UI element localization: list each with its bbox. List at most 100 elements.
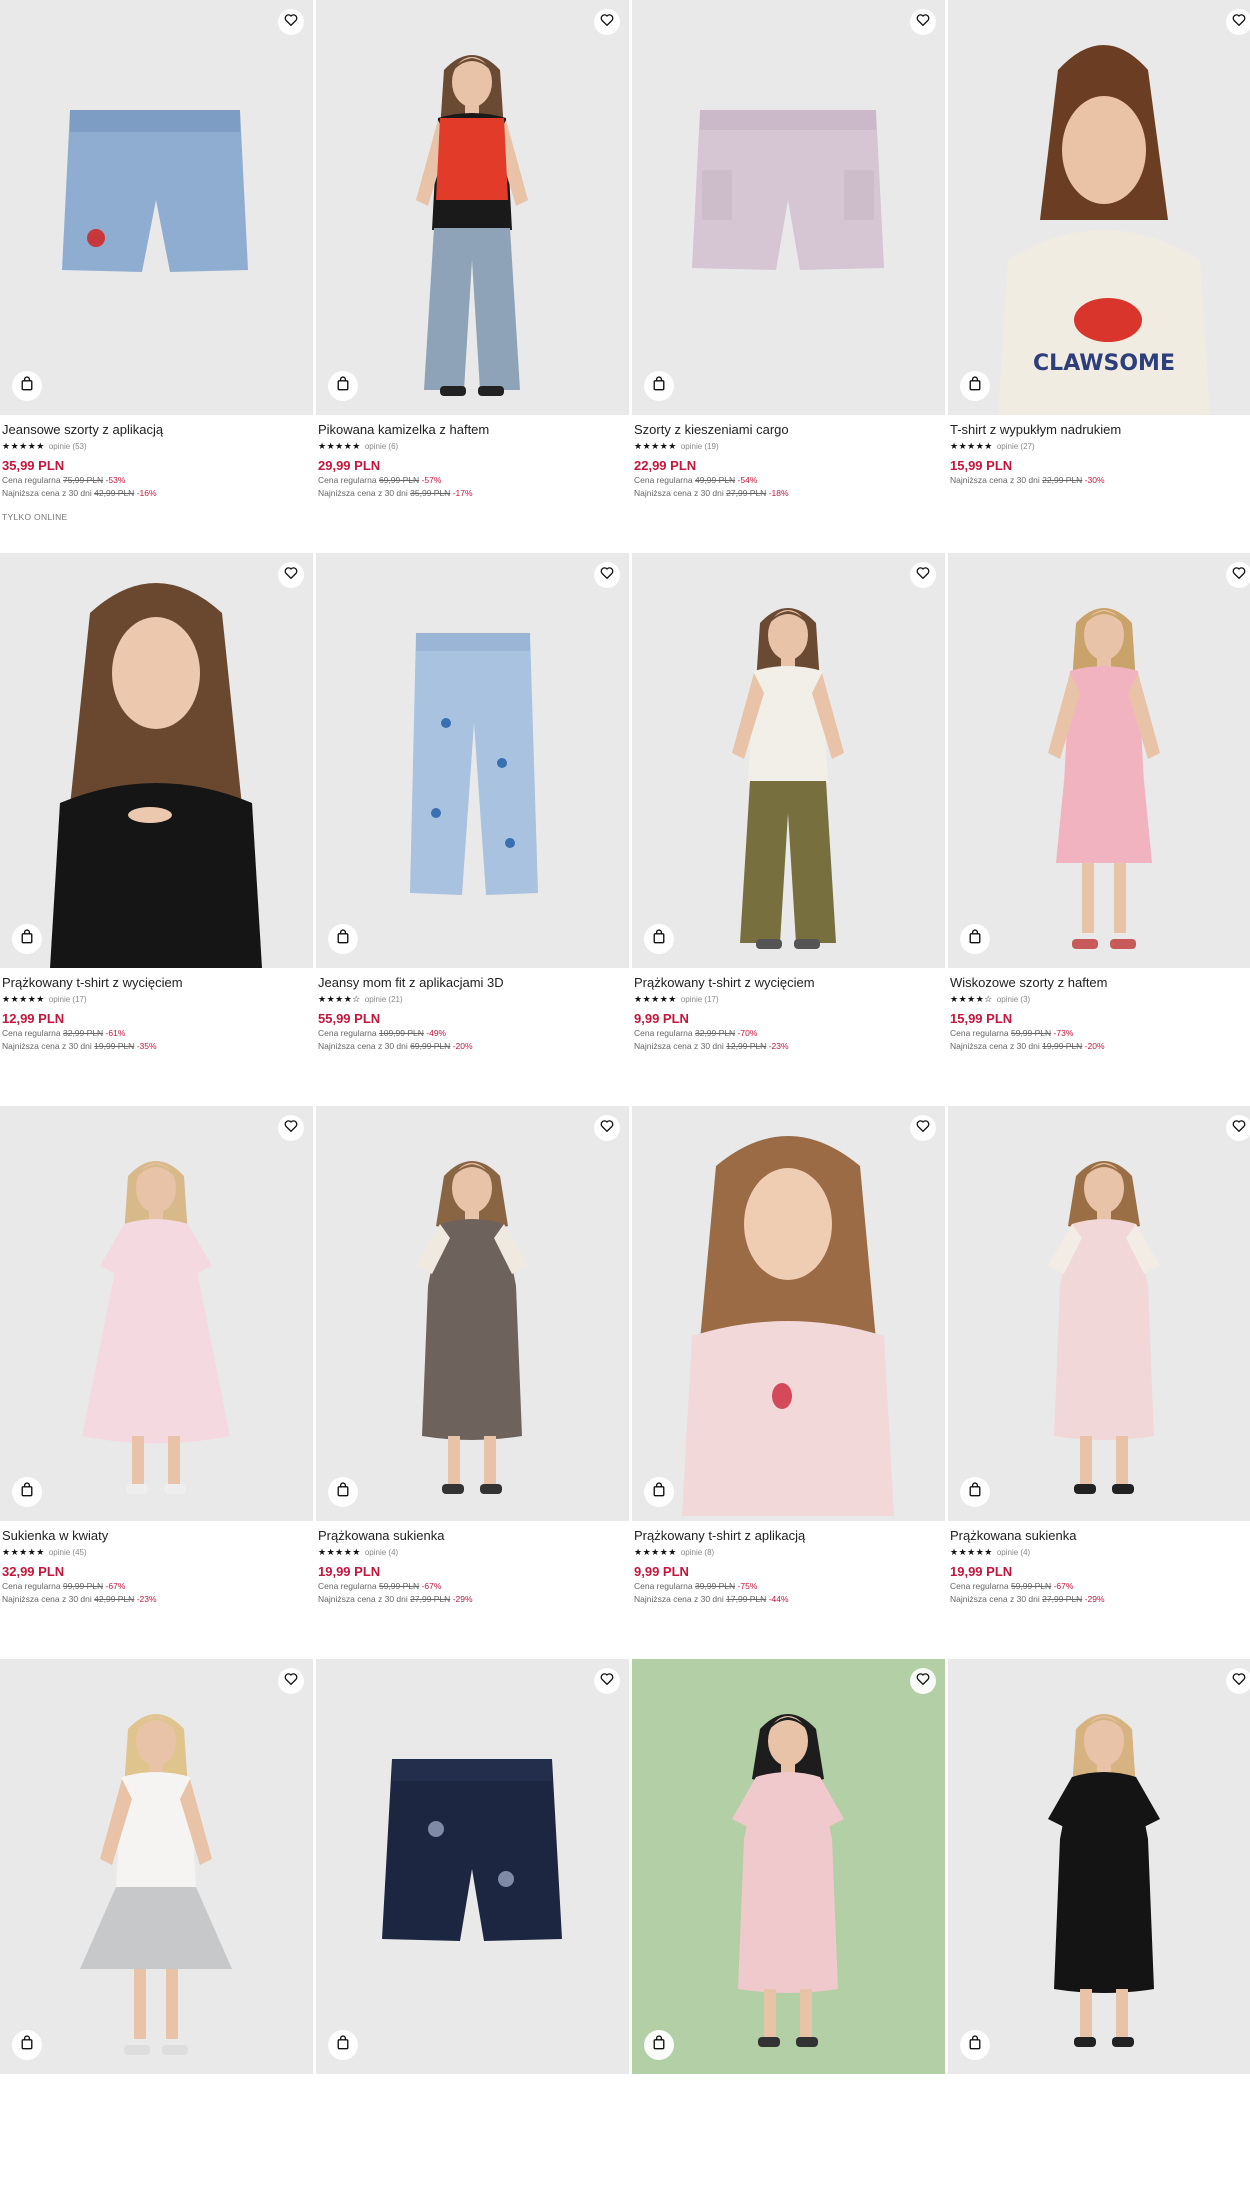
add-to-wishlist-button[interactable] [1226, 562, 1250, 588]
add-to-wishlist-button[interactable] [1226, 1668, 1250, 1694]
product-image[interactable] [948, 553, 1250, 968]
product-info: Prążkowany t-shirt z wycięciem ★★★★★ opi… [0, 968, 313, 1053]
product-card[interactable] [632, 1659, 945, 2212]
review-count[interactable]: opinie (27) [997, 442, 1035, 451]
add-to-cart-button[interactable] [12, 371, 42, 401]
add-to-wishlist-button[interactable] [910, 9, 936, 35]
product-name[interactable]: Prążkowany t-shirt z wycięciem [634, 975, 943, 991]
product-card[interactable]: CLAWSOME T-shirt z wypukłym nadrukiem ★★★… [948, 0, 1250, 553]
product-card[interactable]: Szorty z kieszeniami cargo ★★★★★ opinie … [632, 0, 945, 553]
regular-price-label: Cena regularna [634, 1581, 693, 1591]
add-to-wishlist-button[interactable] [594, 9, 620, 35]
rating-stars: ★★★★★ [318, 441, 361, 451]
product-image[interactable] [316, 1659, 629, 2074]
product-name[interactable]: Pikowana kamizelka z haftem [318, 422, 627, 438]
lowest-price-label: Najniższa cena z 30 dni [634, 1594, 724, 1604]
product-card[interactable] [316, 1659, 629, 2212]
regular-price-label: Cena regularna [2, 1028, 61, 1038]
add-to-cart-button[interactable] [12, 2030, 42, 2060]
product-image[interactable] [632, 1659, 945, 2074]
product-image[interactable] [632, 1106, 945, 1521]
review-count[interactable]: opinie (6) [365, 442, 398, 451]
product-image[interactable] [0, 1659, 313, 2074]
review-count[interactable]: opinie (17) [681, 995, 719, 1004]
add-to-wishlist-button[interactable] [594, 1668, 620, 1694]
review-count[interactable]: opinie (53) [49, 442, 87, 451]
product-name[interactable]: Wiskozowe szorty z haftem [950, 975, 1250, 991]
add-to-cart-button[interactable] [328, 371, 358, 401]
add-to-cart-button[interactable] [960, 371, 990, 401]
product-name[interactable]: Prążkowana sukienka [950, 1528, 1250, 1544]
add-to-wishlist-button[interactable] [910, 562, 936, 588]
product-card[interactable]: Prążkowany t-shirt z wycięciem ★★★★★ opi… [632, 553, 945, 1106]
product-image[interactable] [0, 0, 313, 415]
add-to-cart-button[interactable] [644, 2030, 674, 2060]
product-image[interactable] [0, 553, 313, 968]
product-info: Sukienka w kwiaty ★★★★★ opinie (45) 32,9… [0, 1521, 313, 1606]
add-to-wishlist-button[interactable] [910, 1668, 936, 1694]
add-to-cart-button[interactable] [12, 1477, 42, 1507]
add-to-wishlist-button[interactable] [278, 1115, 304, 1141]
add-to-cart-button[interactable] [328, 1477, 358, 1507]
add-to-wishlist-button[interactable] [594, 1115, 620, 1141]
product-name[interactable]: Prążkowany t-shirt z wycięciem [2, 975, 311, 991]
product-image[interactable]: CLAWSOME [948, 0, 1250, 415]
product-image[interactable] [316, 1106, 629, 1521]
product-image[interactable] [316, 0, 629, 415]
add-to-wishlist-button[interactable] [278, 562, 304, 588]
add-to-wishlist-button[interactable] [278, 9, 304, 35]
review-count[interactable]: opinie (21) [365, 995, 403, 1004]
product-image[interactable] [316, 553, 629, 968]
product-card[interactable]: Jeansy mom fit z aplikacjami 3D ★★★★☆ op… [316, 553, 629, 1106]
regular-price-line: Cena regularna 69,99 PLN -57% [318, 474, 627, 487]
review-count[interactable]: opinie (8) [681, 1548, 714, 1557]
review-count[interactable]: opinie (4) [365, 1548, 398, 1557]
add-to-cart-button[interactable] [644, 924, 674, 954]
regular-price-label: Cena regularna [950, 1028, 1009, 1038]
review-count[interactable]: opinie (3) [997, 995, 1030, 1004]
product-name[interactable]: Prążkowana sukienka [318, 1528, 627, 1544]
add-to-cart-button[interactable] [644, 371, 674, 401]
product-name[interactable]: Szorty z kieszeniami cargo [634, 422, 943, 438]
add-to-wishlist-button[interactable] [278, 1668, 304, 1694]
product-card[interactable] [948, 1659, 1250, 2212]
product-card[interactable]: Prążkowany t-shirt z aplikacją ★★★★★ opi… [632, 1106, 945, 1659]
product-card[interactable]: Pikowana kamizelka z haftem ★★★★★ opinie… [316, 0, 629, 553]
product-name[interactable]: T-shirt z wypukłym nadrukiem [950, 422, 1250, 438]
add-to-wishlist-button[interactable] [594, 562, 620, 588]
product-card[interactable]: Prążkowana sukienka ★★★★★ opinie (4) 19,… [948, 1106, 1250, 1659]
add-to-cart-button[interactable] [960, 1477, 990, 1507]
add-to-cart-button[interactable] [960, 924, 990, 954]
product-image[interactable] [948, 1659, 1250, 2074]
add-to-wishlist-button[interactable] [1226, 9, 1250, 35]
product-image[interactable] [632, 0, 945, 415]
product-name[interactable]: Prążkowany t-shirt z aplikacją [634, 1528, 943, 1544]
add-to-cart-button[interactable] [328, 924, 358, 954]
add-to-cart-button[interactable] [644, 1477, 674, 1507]
heart-icon [600, 13, 614, 31]
product-card[interactable]: Prążkowany t-shirt z wycięciem ★★★★★ opi… [0, 553, 313, 1106]
product-name[interactable]: Jeansy mom fit z aplikacjami 3D [318, 975, 627, 991]
product-card[interactable]: Jeansowe szorty z aplikacją ★★★★★ opinie… [0, 0, 313, 553]
add-to-wishlist-button[interactable] [1226, 1115, 1250, 1141]
review-count[interactable]: opinie (19) [681, 442, 719, 451]
product-name[interactable]: Sukienka w kwiaty [2, 1528, 311, 1544]
rating-stars: ★★★★★ [2, 441, 45, 451]
review-count[interactable]: opinie (17) [49, 995, 87, 1004]
product-info: Prążkowany t-shirt z wycięciem ★★★★★ opi… [632, 968, 945, 1053]
add-to-cart-button[interactable] [960, 2030, 990, 2060]
product-card[interactable] [0, 1659, 313, 2212]
add-to-wishlist-button[interactable] [910, 1115, 936, 1141]
add-to-cart-button[interactable] [328, 2030, 358, 2060]
product-card[interactable]: Prążkowana sukienka ★★★★★ opinie (4) 19,… [316, 1106, 629, 1659]
product-image[interactable] [948, 1106, 1250, 1521]
product-image[interactable] [0, 1106, 313, 1521]
product-rating: ★★★★★ opinie (6) [318, 440, 627, 452]
product-image[interactable] [632, 553, 945, 968]
product-card[interactable]: Wiskozowe szorty z haftem ★★★★☆ opinie (… [948, 553, 1250, 1106]
add-to-cart-button[interactable] [12, 924, 42, 954]
review-count[interactable]: opinie (45) [49, 1548, 87, 1557]
product-name[interactable]: Jeansowe szorty z aplikacją [2, 422, 311, 438]
review-count[interactable]: opinie (4) [997, 1548, 1030, 1557]
product-card[interactable]: Sukienka w kwiaty ★★★★★ opinie (45) 32,9… [0, 1106, 313, 1659]
